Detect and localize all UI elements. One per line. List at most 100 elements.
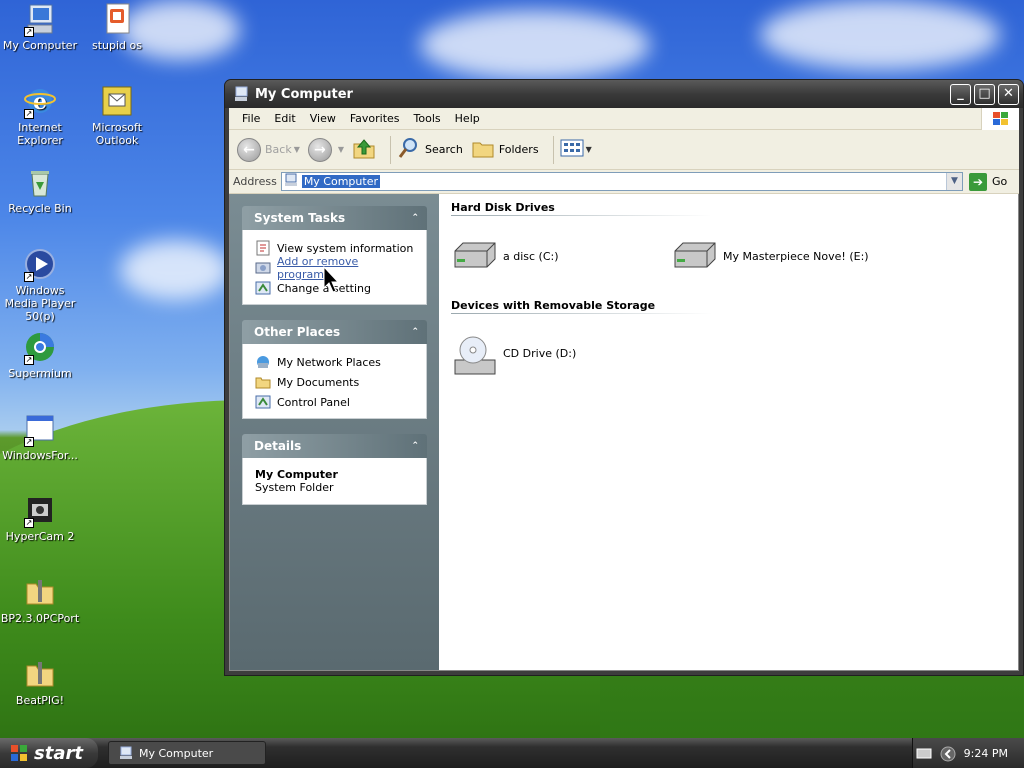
my-computer-icon	[233, 86, 249, 102]
chevron-down-icon: ▼	[585, 145, 592, 154]
desktop-icon-media-player[interactable]: ↗ Windows Media Player 50(p)	[0, 248, 80, 323]
place-control-panel[interactable]: Control Panel	[255, 392, 414, 412]
desktop-icon-label: stupid os	[92, 39, 142, 52]
desktop-icon-label: Windows Media Player 50(p)	[4, 284, 76, 323]
document-icon	[101, 3, 133, 35]
my-computer-icon: ↗	[24, 3, 56, 37]
details-header[interactable]: Details ⌃	[242, 434, 427, 458]
other-places-header[interactable]: Other Places ⌃	[242, 320, 427, 344]
desktop-icon-stupid-os[interactable]: stupid os	[77, 3, 157, 52]
address-bar: Address My Computer ▼ ➔ Go	[229, 170, 1019, 194]
close-button[interactable]: ✕	[998, 83, 1019, 105]
window-title: My Computer	[255, 86, 353, 102]
taskbar: start My Computer 9:24 PM	[0, 738, 1024, 768]
folder-up-icon	[352, 136, 376, 163]
folders-button[interactable]: Folders	[471, 136, 539, 163]
system-tasks-header[interactable]: System Tasks ⌃	[242, 206, 427, 230]
menu-bar: File Edit View Favorites Tools Help	[229, 108, 1019, 130]
up-button[interactable]	[352, 136, 376, 163]
menu-file[interactable]: File	[235, 112, 267, 125]
mouse-cursor-icon	[323, 266, 339, 293]
folders-icon	[471, 136, 495, 163]
desktop-icon-bp2[interactable]: BP2.3.0PCPort	[0, 576, 80, 625]
windows-logo-icon	[981, 108, 1019, 130]
maximize-button[interactable]: □	[974, 83, 995, 105]
desktop-icon-recycle-bin[interactable]: Recycle Bin	[0, 166, 80, 215]
drive-d[interactable]: CD Drive (D:)	[451, 334, 671, 375]
address-input[interactable]: My Computer ▼	[280, 172, 963, 191]
desktop-icon-outlook[interactable]: Microsoft Outlook	[77, 85, 157, 147]
collapse-chevron-icon[interactable]: ⌃	[411, 441, 419, 451]
go-button[interactable]: ➔ Go	[969, 172, 1015, 191]
internet-explorer-icon: e ↗	[24, 85, 56, 119]
address-value: My Computer	[301, 175, 380, 188]
desktop-icon-windowsfor[interactable]: ↗ WindowsFor...	[0, 413, 80, 462]
hard-disk-icon	[671, 237, 717, 275]
desktop-icon-supermium[interactable]: ↗ Supermium	[0, 331, 80, 380]
other-places-group: Other Places ⌃ My Network Places My Docu…	[242, 320, 427, 419]
system-tray: 9:24 PM	[912, 738, 1024, 768]
drive-e[interactable]: My Masterpiece Nove! (E:)	[671, 237, 891, 275]
menu-help[interactable]: Help	[448, 112, 487, 125]
taskbar-item-my-computer[interactable]: My Computer	[108, 741, 266, 765]
forward-button[interactable]: → ▼	[307, 137, 345, 162]
back-button[interactable]: ← Back ▼	[237, 137, 300, 162]
recycle-bin-icon	[24, 166, 56, 198]
place-my-documents[interactable]: My Documents	[255, 372, 414, 392]
keyboard-icon[interactable]	[916, 746, 932, 760]
window-titlebar[interactable]: My Computer _ □ ✕	[225, 80, 1023, 108]
clock[interactable]: 9:24 PM	[964, 747, 1008, 760]
desktop-icon-label: WindowsFor...	[2, 449, 78, 462]
minimize-button[interactable]: _	[950, 83, 971, 105]
search-icon	[397, 136, 421, 163]
menu-view[interactable]: View	[303, 112, 343, 125]
back-arrow-icon: ←	[237, 137, 261, 162]
toolbar: ← Back ▼ → ▼ Search Folders ▼	[229, 130, 1019, 170]
details-group: Details ⌃ My Computer System Folder	[242, 434, 427, 505]
views-button[interactable]: ▼	[560, 138, 592, 161]
details-type: System Folder	[255, 481, 334, 494]
my-computer-window: My Computer _ □ ✕ File Edit View Favorit…	[224, 79, 1024, 676]
cd-drive-icon	[451, 334, 497, 375]
file-view: Hard Disk Drives a disc (C:) My Masterpi…	[439, 194, 1018, 670]
svg-text:e: e	[33, 89, 47, 115]
hard-disk-icon	[451, 237, 497, 275]
chevron-down-icon[interactable]: ▼	[946, 173, 962, 190]
outlook-icon	[101, 85, 133, 117]
media-player-icon: ↗	[24, 248, 56, 282]
views-icon	[560, 138, 584, 161]
browser-icon: ↗	[24, 331, 56, 365]
my-computer-icon	[284, 173, 298, 190]
drive-c[interactable]: a disc (C:)	[451, 237, 671, 275]
desktop-icon-label: Recycle Bin	[8, 202, 72, 215]
menu-favorites[interactable]: Favorites	[343, 112, 407, 125]
desktop-icon-internet-explorer[interactable]: e ↗ Internet Explorer	[0, 85, 80, 147]
address-label: Address	[233, 175, 277, 188]
desktop-icon-hypercam[interactable]: ↗ HyperCam 2	[0, 494, 80, 543]
expand-tray-icon[interactable]	[940, 746, 956, 762]
desktop-icon-my-computer[interactable]: ↗ My Computer	[0, 3, 80, 52]
details-name: My Computer	[255, 468, 338, 481]
start-button[interactable]: start	[0, 738, 98, 768]
collapse-chevron-icon[interactable]: ⌃	[411, 327, 419, 337]
place-my-network-places[interactable]: My Network Places	[255, 352, 414, 372]
windows-flag-icon	[10, 744, 28, 762]
chevron-down-icon: ▼	[293, 145, 300, 154]
system-info-icon	[255, 240, 271, 256]
menu-tools[interactable]: Tools	[407, 112, 448, 125]
chevron-down-icon: ▼	[337, 145, 345, 154]
desktop-icon-beatpig[interactable]: BeatPIG!	[0, 658, 80, 707]
camera-icon: ↗	[24, 494, 56, 528]
add-remove-programs-icon	[255, 260, 271, 276]
search-button[interactable]: Search	[397, 136, 463, 163]
forward-arrow-icon: →	[307, 137, 332, 162]
desktop-icon-label: Supermium	[8, 367, 72, 380]
go-arrow-icon: ➔	[969, 172, 987, 191]
desktop-icon-label: HyperCam 2	[5, 530, 75, 543]
menu-edit[interactable]: Edit	[267, 112, 302, 125]
collapse-chevron-icon[interactable]: ⌃	[411, 213, 419, 223]
my-documents-icon	[255, 374, 271, 390]
desktop-icon-label: Internet Explorer	[17, 121, 63, 147]
desktop-icon-label: BeatPIG!	[15, 694, 65, 707]
control-panel-icon	[255, 280, 271, 296]
